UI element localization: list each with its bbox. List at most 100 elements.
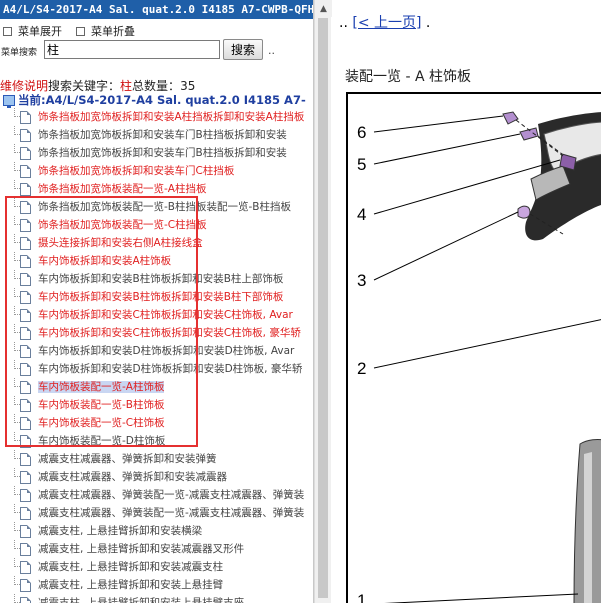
scroll-thumb[interactable]: [318, 18, 328, 598]
summary-keyword: 柱: [120, 79, 133, 93]
menu-scrollbar[interactable]: ▲: [314, 0, 332, 603]
tree-item[interactable]: 减震支柱, 上悬挂臂拆卸和安装上悬挂臂: [0, 576, 313, 594]
tree-item[interactable]: 减震支柱, 上悬挂臂拆卸和安装减震支柱: [0, 558, 313, 576]
document-icon: [20, 543, 31, 556]
tree-item[interactable]: 减震支柱, 上悬挂臂拆卸和安装上悬挂臂支座: [0, 594, 313, 603]
tree-item-label: 车内饰板拆卸和安装C柱饰板拆卸和安装C柱饰板, Avar: [38, 309, 293, 321]
summary-keyword-label: 搜索关键字：: [48, 79, 121, 93]
tree-item-label: 饰条挡板加宽饰板装配一览-A柱挡板: [38, 183, 207, 195]
search-input[interactable]: [44, 40, 220, 59]
current-path: 当前:A4/L/S4-2017-A4 Sal. quat.2.0 I4185 A…: [3, 92, 306, 108]
tree-item[interactable]: 车内饰板装配一览-A柱饰板: [0, 378, 313, 396]
document-icon: [20, 471, 31, 484]
tree-item-label: 减震支柱, 上悬挂臂拆卸和安装上悬挂臂: [38, 579, 224, 591]
tree-item-label: 减震支柱减震器、弹簧装配一览-减震支柱减震器、弹簧装: [38, 489, 305, 501]
tree-item-label: 饰条挡板加宽饰板拆卸和安装车门B柱挡板拆卸和安装: [38, 129, 287, 141]
tree-item[interactable]: 减震支柱减震器、弹簧装配一览-减震支柱减震器、弹簧装: [0, 486, 313, 504]
tree-item-label: 饰条挡板加宽饰板装配一览-C柱挡板: [38, 219, 207, 231]
callout-4: 4: [357, 205, 366, 224]
tree-item[interactable]: 车内饰板拆卸和安装B柱饰板拆卸和安装B柱下部饰板: [0, 288, 313, 306]
pillar-trim-lower-face: [584, 452, 592, 603]
tree-item[interactable]: 饰条挡板加宽饰板拆卸和安装车门B柱挡板拆卸和安装: [0, 144, 313, 162]
prev-page-link[interactable]: [< 上一页]: [352, 15, 421, 31]
tree-item-label: 减震支柱, 上悬挂臂拆卸和安装横梁: [38, 525, 203, 537]
part-6-clip: [502, 111, 519, 125]
tree-item-label: 减震支柱减震器、弹簧装配一览-减震支柱减震器、弹簧装: [38, 507, 305, 519]
document-icon: [20, 381, 31, 394]
nav-suffix: .: [425, 15, 431, 31]
callout-3: 3: [357, 271, 366, 290]
tree-item-label: 减震支柱, 上悬挂臂拆卸和安装上悬挂臂支座: [38, 597, 245, 603]
menu-tree: 饰条挡板加宽饰板拆卸和安装A柱挡板拆卸和安装A柱挡板饰条挡板加宽饰板拆卸和安装车…: [0, 108, 313, 603]
tree-item[interactable]: 减震支柱, 上悬挂臂拆卸和安装横梁: [0, 522, 313, 540]
tree-item[interactable]: 车内饰板装配一览-B柱饰板: [0, 396, 313, 414]
document-icon: [20, 525, 31, 538]
callout-1: 1: [357, 591, 366, 603]
tree-item[interactable]: 车内饰板拆卸和安装C柱饰板拆卸和安装C柱饰板, 豪华轿: [0, 324, 313, 342]
tree-item[interactable]: 减震支柱减震器、弹簧装配一览-减震支柱减震器、弹簧装: [0, 504, 313, 522]
checkbox-icon[interactable]: [3, 26, 12, 36]
tree-item-label: 车内饰板装配一览-A柱饰板: [38, 381, 165, 393]
tree-item[interactable]: 饰条挡板加宽饰板装配一览-A柱挡板: [0, 180, 313, 198]
document-icon: [20, 579, 31, 592]
tree-item[interactable]: 饰条挡板加宽饰板拆卸和安装车门C柱挡板: [0, 162, 313, 180]
summary-count: 35: [180, 79, 196, 93]
document-icon: [20, 219, 31, 232]
collapse-menu-label: 菜单折叠: [91, 25, 135, 38]
document-icon: [20, 561, 31, 574]
tree-item[interactable]: 车内饰板装配一览-C柱饰板: [0, 414, 313, 432]
collapse-menu-option[interactable]: 菜单折叠: [76, 23, 135, 39]
document-icon: [20, 327, 31, 340]
nav-prefix: ..: [339, 15, 348, 31]
tree-item-label: 饰条挡板加宽饰板拆卸和安装车门C柱挡板: [38, 165, 235, 177]
document-icon: [20, 129, 31, 142]
document-icon: [20, 453, 31, 466]
document-icon: [20, 309, 31, 322]
tree-item[interactable]: 车内饰板装配一览-D柱饰板: [0, 432, 313, 450]
tree-item-label: 车内饰板装配一览-B柱饰板: [38, 399, 165, 411]
tree-item[interactable]: 车内饰板拆卸和安装D柱饰板拆卸和安装D柱饰板, 豪华轿: [0, 360, 313, 378]
page-nav: .. [< 上一页] .: [339, 12, 430, 32]
tree-item[interactable]: 饰条挡板加宽饰板装配一览-B柱挡板装配一览-B柱挡板: [0, 198, 313, 216]
tree-item[interactable]: 饰条挡板加宽饰板拆卸和安装车门B柱挡板拆卸和安装: [0, 126, 313, 144]
document-icon: [20, 255, 31, 268]
document-icon: [20, 345, 31, 358]
document-icon: [20, 273, 31, 286]
tree-item[interactable]: 车内饰板拆卸和安装A柱饰板: [0, 252, 313, 270]
tree-item[interactable]: 车内饰板拆卸和安装C柱饰板拆卸和安装C柱饰板, Avar: [0, 306, 313, 324]
content-panel: .. [< 上一页] . 装配一览 - A 柱饰板 6 5 4 3 2 1: [332, 0, 601, 603]
document-icon: [20, 435, 31, 448]
search-label: 菜单搜索: [1, 48, 38, 58]
scroll-up-icon[interactable]: ▲: [315, 0, 332, 17]
part-3-clip: [517, 205, 531, 219]
tree-item-label: 减震支柱减震器、弹簧拆卸和安装弹簧: [38, 453, 217, 465]
tree-item[interactable]: 减震支柱, 上悬挂臂拆卸和安装减震器叉形件: [0, 540, 313, 558]
tree-item[interactable]: 饰条挡板加宽饰板拆卸和安装A柱挡板拆卸和安装A柱挡板: [0, 108, 313, 126]
expand-menu-option[interactable]: 菜单展开: [3, 23, 62, 39]
document-icon: [20, 147, 31, 160]
tree-item-label: 车内饰板拆卸和安装A柱饰板: [38, 255, 172, 267]
tree-item-label: 饰条挡板加宽饰板拆卸和安装车门B柱挡板拆卸和安装: [38, 147, 287, 159]
tree-item[interactable]: 减震支柱减震器、弹簧拆卸和安装弹簧: [0, 450, 313, 468]
document-icon: [20, 417, 31, 430]
tree-item-label: 减震支柱, 上悬挂臂拆卸和安装减震支柱: [38, 561, 224, 573]
summary-prefix: 维修说明: [0, 79, 49, 93]
checkbox-icon[interactable]: [76, 26, 85, 36]
tree-item[interactable]: 饰条挡板加宽饰板装配一览-C柱挡板: [0, 216, 313, 234]
tree-item[interactable]: 车内饰板拆卸和安装B柱饰板拆卸和安装B柱上部饰板: [0, 270, 313, 288]
tree-item[interactable]: 车内饰板拆卸和安装D柱饰板拆卸和安装D柱饰板, Avar: [0, 342, 313, 360]
document-icon: [20, 183, 31, 196]
document-icon: [20, 201, 31, 214]
callout-5: 5: [357, 155, 366, 174]
callout-2: 2: [357, 359, 366, 378]
tree-item-label: 车内饰板拆卸和安装B柱饰板拆卸和安装B柱上部饰板: [38, 273, 284, 285]
tree-item-label: 车内饰板拆卸和安装B柱饰板拆卸和安装B柱下部饰板: [38, 291, 284, 303]
tree-item[interactable]: 减震支柱减震器、弹簧拆卸和安装减震器: [0, 468, 313, 486]
computer-icon: [3, 94, 15, 108]
search-button[interactable]: 搜索: [223, 39, 263, 60]
menu-panel: A4/L/S4-2017-A4 Sal. quat.2.0 I4185 A7-C…: [0, 0, 314, 603]
window-title: A4/L/S4-2017-A4 Sal. quat.2.0 I4185 A7-C…: [0, 0, 313, 19]
document-icon: [20, 399, 31, 412]
tree-item-label: 摄头连接拆卸和安装右侧A柱接线盒: [38, 237, 203, 249]
tree-item[interactable]: 摄头连接拆卸和安装右侧A柱接线盒: [0, 234, 313, 252]
